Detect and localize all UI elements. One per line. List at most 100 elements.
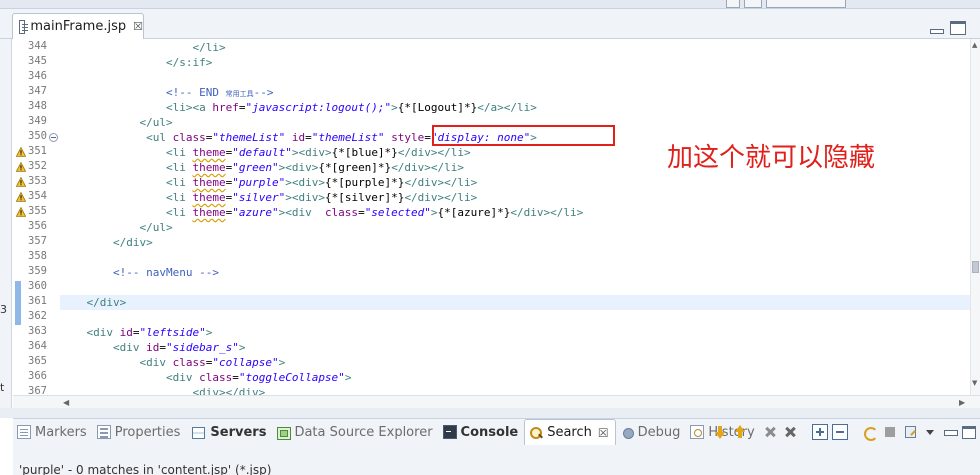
next-match-icon[interactable] [712, 424, 728, 440]
line-number: 363 [28, 325, 47, 337]
code-line[interactable]: </div> [60, 295, 970, 310]
code-area[interactable]: </li> </s:if> <!-- END 常用工具--> <li><a hr… [60, 39, 970, 395]
code-token: <li [165, 206, 193, 219]
line-number: 353 [28, 175, 47, 187]
previous-match-icon[interactable] [732, 424, 748, 440]
code-token: </ul> [139, 221, 173, 234]
expand-all-icon[interactable] [812, 424, 828, 440]
panel-tab-debug[interactable]: Debug [616, 419, 687, 445]
close-icon[interactable]: ☒ [598, 426, 609, 440]
line-number: 351 [28, 145, 47, 157]
code-token: > [278, 356, 286, 369]
code-token: id [119, 326, 133, 339]
line-number: 350 [28, 130, 47, 142]
code-line[interactable]: </div> [60, 235, 153, 250]
code-token: </li> [192, 41, 226, 54]
code-token: </s:if> [165, 56, 213, 69]
code-token: > [344, 371, 352, 384]
line-number: 352 [28, 160, 47, 172]
warning-icon[interactable] [16, 192, 26, 202]
code-line[interactable]: </s:if> [60, 55, 212, 70]
code-line[interactable]: <div class="toggleCollapse"> [60, 370, 351, 385]
warning-icon[interactable] [16, 177, 26, 187]
toolbar-control-1[interactable] [726, 0, 740, 8]
toolbar-control-3[interactable] [766, 0, 846, 8]
code-token: ><div [278, 206, 325, 219]
panel-tab-console[interactable]: Console [439, 419, 525, 445]
editor-tab-mainframe[interactable]: mainFrame.jsp ☒ [12, 13, 144, 39]
code-token: theme [192, 176, 226, 189]
minimize-editor-button[interactable] [928, 23, 946, 37]
code-line[interactable]: <li theme="purple"><div>{*[purple]*}</di… [60, 175, 477, 190]
warning-icon[interactable] [16, 162, 26, 172]
vertical-scrollbar[interactable]: ▲ ▼ [970, 39, 980, 395]
maximize-view-icon[interactable] [962, 425, 976, 439]
code-token: "leftside" [139, 326, 206, 339]
code-token: = [232, 371, 239, 384]
code-line[interactable]: <li theme="green"><div>{*[green]*}</div>… [60, 160, 464, 175]
code-line[interactable]: <li theme="silver"><div>{*[silver]*}</di… [60, 190, 477, 205]
panel-tab-properties[interactable]: Properties [93, 419, 187, 445]
vertical-scroll-thumb[interactable] [972, 261, 979, 273]
panel-tab-search[interactable]: Search ☒ [524, 419, 616, 445]
line-number: 347 [28, 85, 47, 97]
code-line[interactable]: </li> [60, 40, 226, 55]
search-history-icon[interactable] [902, 424, 918, 440]
remove-all-matches-icon[interactable] [782, 424, 798, 440]
warning-icon[interactable] [16, 207, 26, 217]
code-line[interactable]: <div class="collapse"> [60, 355, 285, 370]
code-line[interactable]: <div></div> [60, 385, 265, 395]
quick-diff-marker [15, 281, 21, 325]
code-token: ><div> [278, 161, 319, 174]
refresh-search-icon[interactable] [862, 424, 878, 441]
panel-tab-servers[interactable]: Servers [186, 419, 272, 445]
code-line[interactable]: <li><a href="javascript:logout();">{*[Lo… [60, 100, 537, 115]
toolbar-control-2[interactable] [744, 0, 762, 8]
code-line[interactable]: </ul> [60, 115, 173, 130]
code-line[interactable]: <li theme="default"><div>{*[blue]*}</div… [60, 145, 471, 160]
code-line[interactable]: <div id="leftside"> [60, 325, 213, 340]
scroll-down-icon[interactable]: ▼ [972, 379, 977, 387]
code-token: "silver" [232, 191, 286, 204]
horizontal-scrollbar[interactable]: ◀ ▶ [13, 395, 980, 408]
code-token: </ul> [139, 116, 173, 129]
left-view-edge: 3 t [0, 39, 12, 409]
code-token: = [159, 341, 166, 354]
code-line[interactable]: </ul> [60, 220, 173, 235]
scroll-up-icon[interactable]: ▲ [972, 41, 977, 49]
code-token: <li [165, 146, 193, 159]
collapse-all-icon[interactable] [832, 424, 848, 440]
panel-separator[interactable] [0, 408, 980, 418]
code-token: "green" [232, 161, 279, 174]
remove-match-icon[interactable] [762, 424, 778, 440]
panel-tab-markers[interactable]: Markers [13, 419, 93, 445]
data-source-explorer-icon [276, 425, 292, 440]
minimize-view-icon[interactable] [942, 424, 958, 440]
code-token: = [358, 206, 365, 219]
code-line[interactable]: <div id="sidebar_s"> [60, 340, 245, 355]
panel-tab-data-source-explorer[interactable]: Data Source Explorer [272, 419, 438, 445]
code-token: "default" [232, 146, 292, 159]
view-menu-icon[interactable] [922, 424, 938, 440]
markers-icon [17, 425, 31, 439]
code-token: = [132, 326, 140, 339]
code-line[interactable]: <!-- END 常用工具--> [60, 85, 273, 100]
code-token: "sidebar_s" [165, 341, 239, 354]
maximize-editor-button[interactable] [950, 21, 966, 35]
code-editor[interactable]: 344 345 346 347 348 349 350 351 352 353 354 355 356 3… [13, 39, 980, 395]
fold-toggle-icon[interactable] [49, 133, 58, 142]
code-token: {*[blue]*} [331, 146, 398, 159]
code-line[interactable]: <!-- navMenu --> [60, 265, 219, 280]
close-icon[interactable]: ☒ [133, 20, 143, 33]
code-token: --> [253, 86, 274, 99]
cancel-search-icon[interactable] [882, 424, 898, 440]
warning-icon[interactable] [16, 147, 26, 157]
code-line[interactable]: <li theme="azure"><div class="selected">… [60, 205, 583, 220]
code-token: href [212, 101, 239, 114]
properties-icon [96, 425, 111, 439]
